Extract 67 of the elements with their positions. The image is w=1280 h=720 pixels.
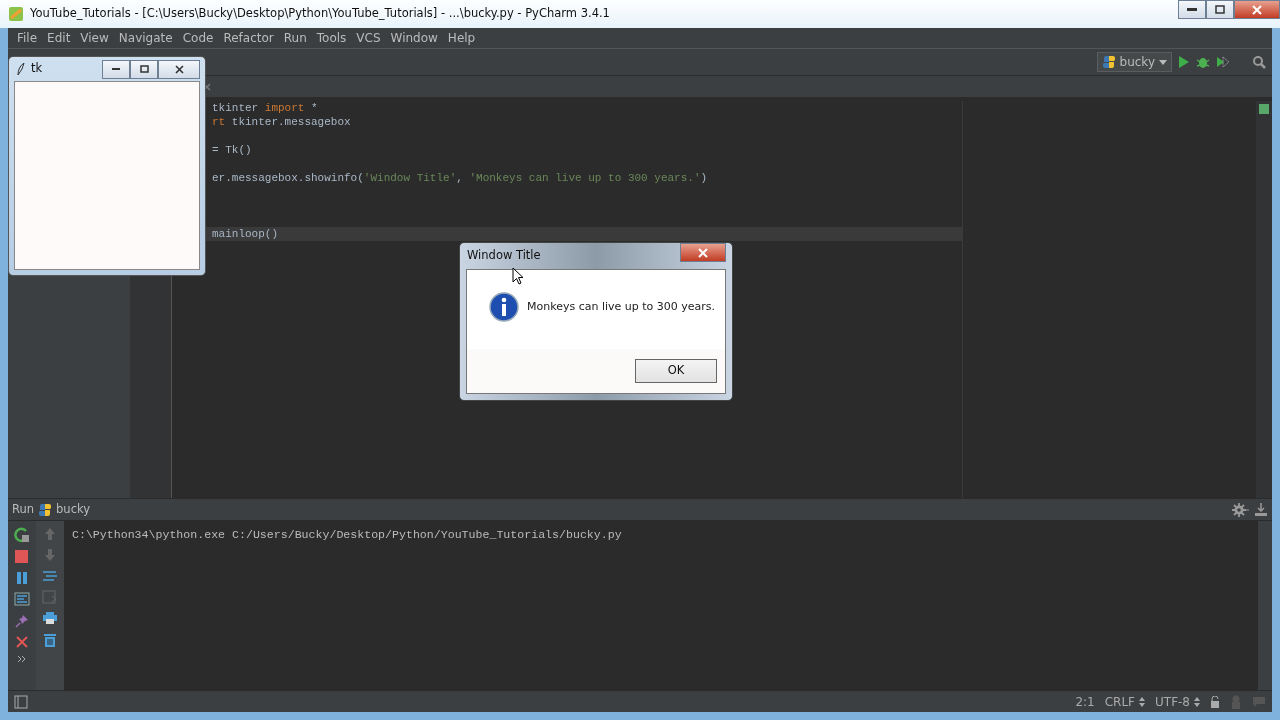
dialog-message: Monkeys can live up to 300 years. bbox=[527, 298, 716, 315]
menu-item[interactable]: View bbox=[75, 29, 114, 47]
menu-item[interactable]: Help bbox=[442, 29, 481, 47]
run-config-dropdown[interactable]: bucky bbox=[1096, 52, 1172, 72]
menu-item[interactable]: Run bbox=[278, 29, 312, 47]
trash-icon[interactable] bbox=[43, 632, 57, 648]
soft-wrap-icon[interactable] bbox=[42, 569, 58, 583]
menu-item[interactable]: File bbox=[12, 29, 43, 47]
panel-toggle-icon[interactable] bbox=[14, 694, 28, 709]
updown-icon bbox=[1139, 696, 1145, 707]
menu-item[interactable]: Navigate bbox=[113, 29, 178, 47]
close-icon bbox=[698, 247, 708, 258]
code-line: rt tkinter.messagebox bbox=[212, 116, 351, 128]
caret-position[interactable]: 2:1 bbox=[1075, 692, 1095, 711]
menu-item[interactable]: Refactor bbox=[218, 29, 279, 47]
caret-icon bbox=[1159, 59, 1167, 65]
window-title: YouTube_Tutorials - [C:\Users\Bucky\Desktop\Python\YouTube_Tutorials] - ...\bucky.py - PyCharm 3.4.1 bbox=[30, 5, 610, 23]
close-button[interactable] bbox=[1234, 0, 1280, 19]
minimize-icon bbox=[1187, 7, 1197, 12]
code-line: er.messagebox.showinfo('Window Title', 'Monkeys can live up to 300 years.') bbox=[212, 172, 708, 184]
info-icon bbox=[489, 292, 519, 322]
pause-icon[interactable] bbox=[15, 571, 29, 585]
run-config-name: bucky bbox=[56, 500, 91, 518]
minimize-button[interactable] bbox=[1178, 0, 1206, 19]
search-icon[interactable] bbox=[1252, 55, 1266, 69]
python-icon bbox=[1101, 55, 1116, 69]
code-line: = Tk() bbox=[212, 144, 252, 156]
rerun-icon[interactable] bbox=[14, 527, 30, 543]
encoding[interactable]: UTF-8 bbox=[1155, 692, 1190, 711]
settings-icon[interactable] bbox=[1232, 502, 1250, 517]
feather-icon bbox=[17, 63, 25, 75]
maximize-button[interactable] bbox=[130, 59, 158, 79]
coverage-icon[interactable] bbox=[1216, 55, 1230, 69]
close-button[interactable] bbox=[680, 243, 726, 262]
window-title: tk bbox=[31, 60, 43, 78]
python-icon bbox=[38, 502, 53, 517]
run-icon[interactable] bbox=[1178, 55, 1190, 69]
status-ok-icon bbox=[1259, 104, 1269, 114]
stop-icon[interactable] bbox=[15, 550, 29, 564]
close-icon bbox=[174, 64, 184, 74]
ok-button[interactable]: OK bbox=[635, 359, 717, 383]
menu-item[interactable]: Window bbox=[385, 29, 443, 47]
menu-item[interactable]: Tools bbox=[311, 29, 352, 47]
close-button[interactable] bbox=[158, 59, 200, 79]
close-icon bbox=[1252, 4, 1262, 15]
more-icon[interactable] bbox=[17, 655, 27, 663]
menu-item[interactable]: Code bbox=[177, 29, 219, 47]
minimize-button[interactable] bbox=[102, 59, 130, 79]
run-panel-title: Run bbox=[12, 500, 35, 518]
dump-threads-icon[interactable] bbox=[14, 592, 30, 606]
menu-item[interactable]: VCS bbox=[351, 29, 386, 47]
app-icon bbox=[8, 6, 24, 22]
print-icon[interactable] bbox=[42, 611, 58, 625]
minimize-icon bbox=[112, 67, 120, 71]
bug-icon[interactable] bbox=[1196, 55, 1210, 69]
menu-item[interactable]: Edit bbox=[42, 29, 76, 47]
console-output: C:\Python34\python.exe C:/Users/Bucky/Desktop/Python/YouTube_Tutorials/bucky.py bbox=[72, 527, 623, 543]
line-separator[interactable]: CRLF bbox=[1104, 692, 1135, 711]
dialog-title: Window Title bbox=[467, 247, 541, 265]
code-line: mainloop() bbox=[212, 228, 278, 240]
code-line: tkinter import * bbox=[212, 102, 318, 114]
maximize-icon bbox=[139, 65, 149, 73]
maximize-icon bbox=[1215, 5, 1225, 14]
lock-icon[interactable] bbox=[1210, 695, 1220, 708]
maximize-button[interactable] bbox=[1206, 0, 1234, 19]
updown-icon bbox=[1194, 696, 1200, 707]
close-icon[interactable] bbox=[16, 636, 28, 648]
